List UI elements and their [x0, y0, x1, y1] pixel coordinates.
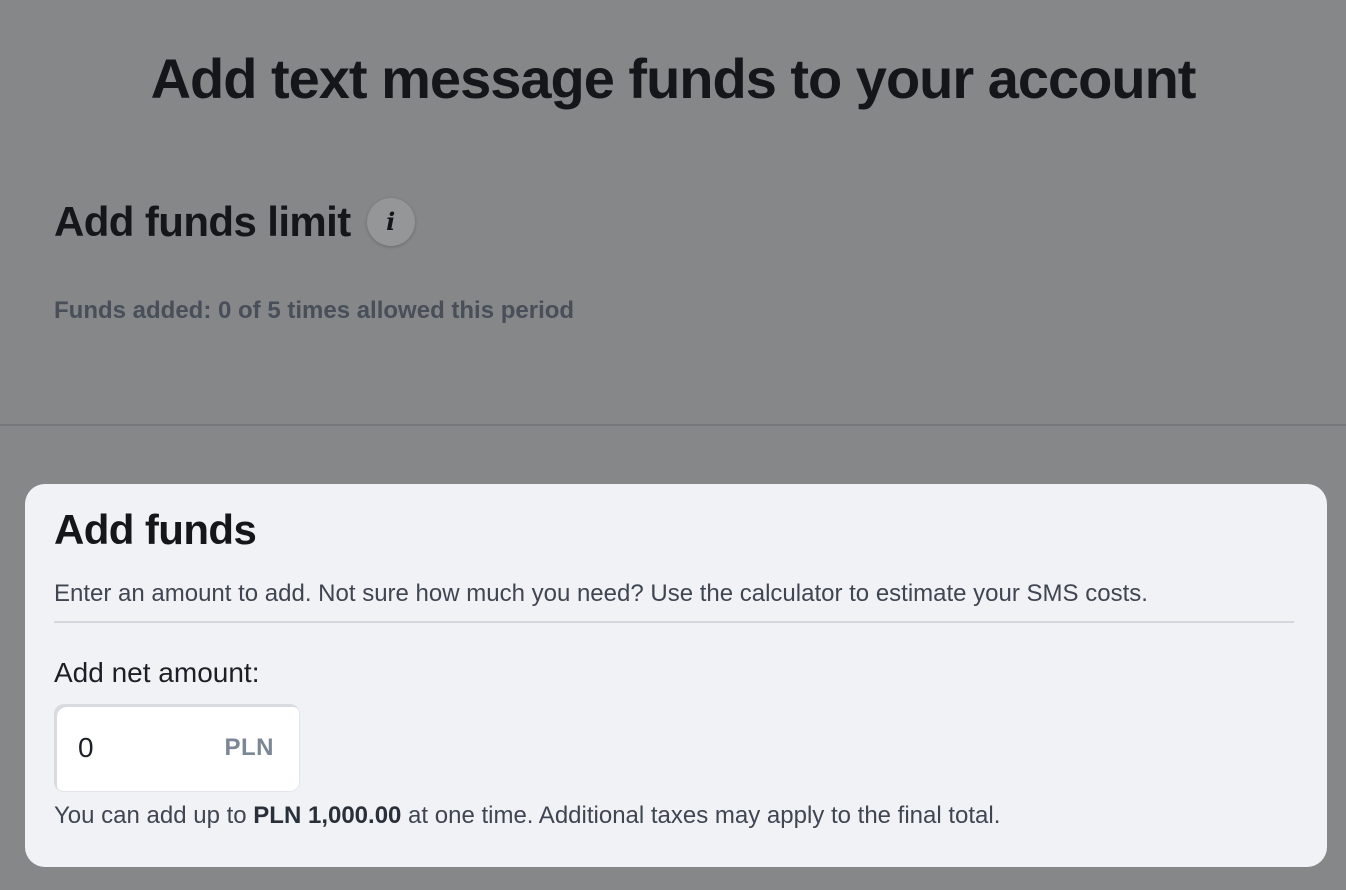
section-divider: [0, 424, 1346, 426]
funds-limit-heading: Add funds limit i: [54, 194, 415, 250]
hint-suffix: at one time. Additional taxes may apply …: [401, 802, 1001, 829]
card-divider: [54, 621, 1294, 623]
page-title: Add text message funds to your account: [150, 47, 1197, 110]
amount-limit-hint: You can add up to PLN 1,000.00 at one ti…: [54, 800, 1000, 832]
currency-label: PLN: [224, 734, 274, 761]
funds-limit-title: Add funds limit: [54, 198, 351, 245]
net-amount-field[interactable]: PLN: [54, 704, 300, 792]
funds-limit-status: Funds added: 0 of 5 times allowed this p…: [54, 297, 575, 324]
net-amount-input[interactable]: [78, 732, 198, 764]
net-amount-label: Add net amount:: [54, 657, 260, 688]
hint-prefix: You can add up to: [54, 802, 254, 829]
add-funds-description: Enter an amount to add. Not sure how muc…: [54, 580, 1148, 607]
funds-limit-section: Add funds limit i: [54, 194, 415, 250]
info-icon: i: [386, 207, 396, 236]
hint-max-amount: PLN 1,000.00: [253, 802, 402, 829]
add-funds-title: Add funds: [54, 506, 257, 553]
info-button[interactable]: i: [366, 198, 415, 246]
add-funds-card: Add funds Enter an amount to add. Not su…: [25, 484, 1327, 867]
